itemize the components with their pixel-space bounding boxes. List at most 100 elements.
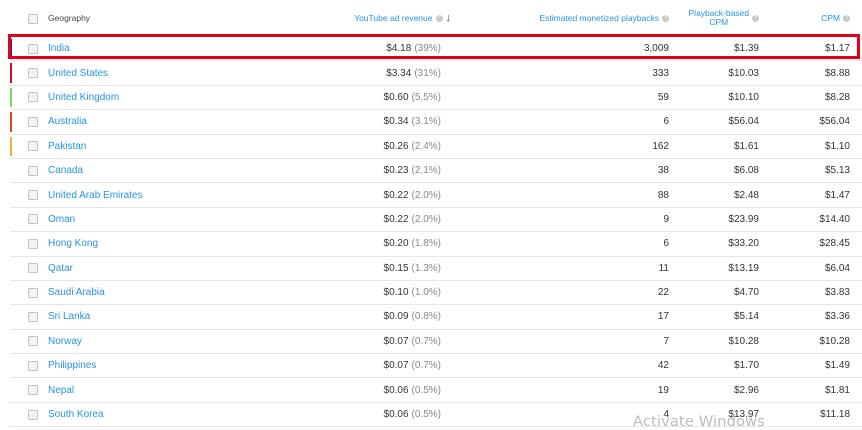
geography-link[interactable]: Hong Kong: [48, 232, 98, 255]
playback-cpm-cell: $1.39: [733, 43, 759, 55]
revenue-value: $0.22: [383, 189, 409, 201]
playbacks-cell: 162: [652, 140, 669, 152]
geography-link[interactable]: Pakistan: [48, 135, 86, 158]
geography-link[interactable]: Oman: [48, 208, 75, 231]
cpm-cell: $5.13: [824, 165, 850, 177]
geography-link[interactable]: India: [48, 37, 70, 60]
cpm-cell: $1.47: [824, 189, 850, 201]
row-checkbox[interactable]: [28, 311, 38, 322]
geography-link[interactable]: Saudi Arabia: [48, 281, 105, 304]
help-icon[interactable]: ?: [435, 14, 443, 22]
geography-link[interactable]: United Kingdom: [48, 86, 119, 109]
revenue-value: $0.07: [383, 360, 409, 372]
arrow-down-icon[interactable]: ↓: [446, 12, 452, 23]
row-checkbox[interactable]: [28, 116, 38, 127]
playback-cpm-cell: $1.61: [733, 140, 759, 152]
row-checkbox[interactable]: [28, 165, 38, 176]
playbacks-cell: 6: [663, 238, 669, 250]
table-row[interactable]: Norway $0.07 (0.7%) 7 $10.28 $10.28: [10, 330, 862, 355]
header-cpm-label: CPM: [821, 12, 840, 23]
geography-link[interactable]: United States: [48, 61, 108, 84]
row-checkbox[interactable]: [28, 409, 38, 420]
table-row[interactable]: Nepal $0.06 (0.5%) 19 $2.96 $1.81: [10, 378, 862, 403]
row-checkbox[interactable]: [28, 263, 38, 274]
table-row[interactable]: United States $3.34 (31%) 333 $10.03 $8.88: [10, 61, 862, 86]
row-checkbox[interactable]: [28, 68, 38, 79]
table-row[interactable]: Australia $0.34 (3.1%) 6 $56.04 $56.04: [10, 110, 862, 135]
geography-link[interactable]: Nepal: [48, 378, 74, 401]
playbacks-cell: 6: [663, 116, 669, 128]
table-row[interactable]: Hong Kong $0.20 (1.8%) 6 $33.20 $28.45: [10, 232, 862, 257]
revenue-cell: $0.10 (1.0%): [384, 281, 441, 304]
revenue-value: $0.60: [383, 91, 409, 103]
row-checkbox[interactable]: [28, 336, 38, 347]
revenue-value: $0.34: [383, 116, 409, 128]
table-row[interactable]: Pakistan $0.26 (2.4%) 162 $1.61 $1.10: [10, 135, 862, 159]
cpm-cell: $3.83: [824, 287, 850, 299]
geography-link[interactable]: Philippines: [48, 354, 96, 377]
row-checkbox[interactable]: [28, 190, 38, 201]
table-row[interactable]: India $4.18 (39%) 3,009 $1.39 $1.17: [10, 37, 862, 62]
revenue-value: $0.10: [383, 287, 409, 299]
header-geography[interactable]: Geography: [48, 0, 90, 36]
cpm-cell: $28.45: [819, 238, 850, 250]
table-body: India $4.18 (39%) 3,009 $1.39 $1.17 United Sta…: [10, 37, 862, 428]
table-row[interactable]: Canada $0.23 (2.1%) 38 $6.08 $5.13: [10, 159, 862, 184]
help-icon[interactable]: ?: [662, 14, 669, 22]
header-revenue[interactable]: YouTube ad revenue ? ↓: [354, 0, 451, 36]
revenue-percent: (1.3%): [411, 262, 441, 274]
revenue-percent: (3.1%): [411, 116, 441, 128]
header-playbacks[interactable]: Estimated monetized playbacks ?: [539, 0, 669, 36]
revenue-cell: $0.22 (2.0%): [384, 208, 441, 231]
table-row[interactable]: Sri Lanka $0.09 (0.8%) 17 $5.14 $3.36: [10, 305, 862, 330]
select-all-checkbox[interactable]: [28, 14, 38, 24]
cpm-cell: $56.04: [819, 116, 850, 128]
row-checkbox[interactable]: [28, 92, 38, 103]
row-checkbox[interactable]: [28, 385, 38, 396]
playback-cpm-cell: $23.99: [728, 213, 759, 225]
playbacks-cell: 11: [658, 262, 669, 274]
geography-link[interactable]: Australia: [48, 110, 87, 133]
revenue-percent: (0.7%): [411, 335, 441, 347]
revenue-percent: (31%): [414, 67, 441, 79]
geography-link[interactable]: Norway: [48, 330, 82, 353]
help-icon[interactable]: ?: [752, 14, 759, 22]
geography-link[interactable]: Qatar: [48, 257, 73, 280]
geography-link[interactable]: South Korea: [48, 403, 104, 426]
row-checkbox[interactable]: [28, 360, 38, 371]
revenue-percent: (0.7%): [411, 360, 441, 372]
row-checkbox[interactable]: [28, 141, 38, 152]
header-cpm[interactable]: CPM ?: [821, 0, 850, 36]
revenue-cell: $3.34 (31%): [386, 61, 441, 84]
table-row[interactable]: Philippines $0.07 (0.7%) 42 $1.70 $1.49: [10, 354, 862, 379]
table-row[interactable]: Oman $0.22 (2.0%) 9 $23.99 $14.40: [10, 208, 862, 233]
row-checkbox[interactable]: [28, 214, 38, 225]
geography-link[interactable]: Canada: [48, 159, 83, 182]
row-checkbox[interactable]: [28, 287, 38, 298]
geography-link[interactable]: United Arab Emirates: [48, 183, 143, 206]
revenue-percent: (1.0%): [411, 287, 441, 299]
header-playback-cpm[interactable]: Playback-based CPM ?: [689, 0, 759, 36]
table-row[interactable]: United Arab Emirates $0.22 (2.0%) 88 $2.48 $1…: [10, 183, 862, 208]
playback-cpm-cell: $10.03: [728, 67, 759, 79]
row-color-bar: [10, 39, 12, 59]
cpm-cell: $8.28: [824, 91, 850, 103]
playbacks-cell: 22: [657, 287, 669, 299]
playback-cpm-cell: $10.28: [728, 335, 759, 347]
playbacks-cell: 333: [652, 67, 669, 79]
row-checkbox[interactable]: [28, 238, 38, 249]
row-checkbox[interactable]: [28, 43, 38, 54]
playback-cpm-cell: $2.48: [733, 189, 759, 201]
table-row[interactable]: United Kingdom $0.60 (5.5%) 59 $10.10 $8.28: [10, 86, 862, 111]
playback-cpm-cell: $6.08: [733, 165, 759, 177]
table-row[interactable]: Qatar $0.15 (1.3%) 11 $13.19 $6.04: [10, 257, 862, 281]
revenue-cell: $0.06 (0.5%): [384, 378, 441, 401]
cpm-cell: $1.81: [824, 384, 850, 396]
playbacks-cell: 17: [657, 311, 669, 323]
revenue-value: $0.06: [383, 409, 409, 421]
geography-link[interactable]: Sri Lanka: [48, 305, 90, 328]
revenue-percent: (2.0%): [411, 189, 441, 201]
revenue-cell: $0.09 (0.8%): [384, 305, 441, 328]
help-icon[interactable]: ?: [843, 14, 850, 22]
table-row[interactable]: Saudi Arabia $0.10 (1.0%) 22 $4.70 $3.83: [10, 281, 862, 306]
